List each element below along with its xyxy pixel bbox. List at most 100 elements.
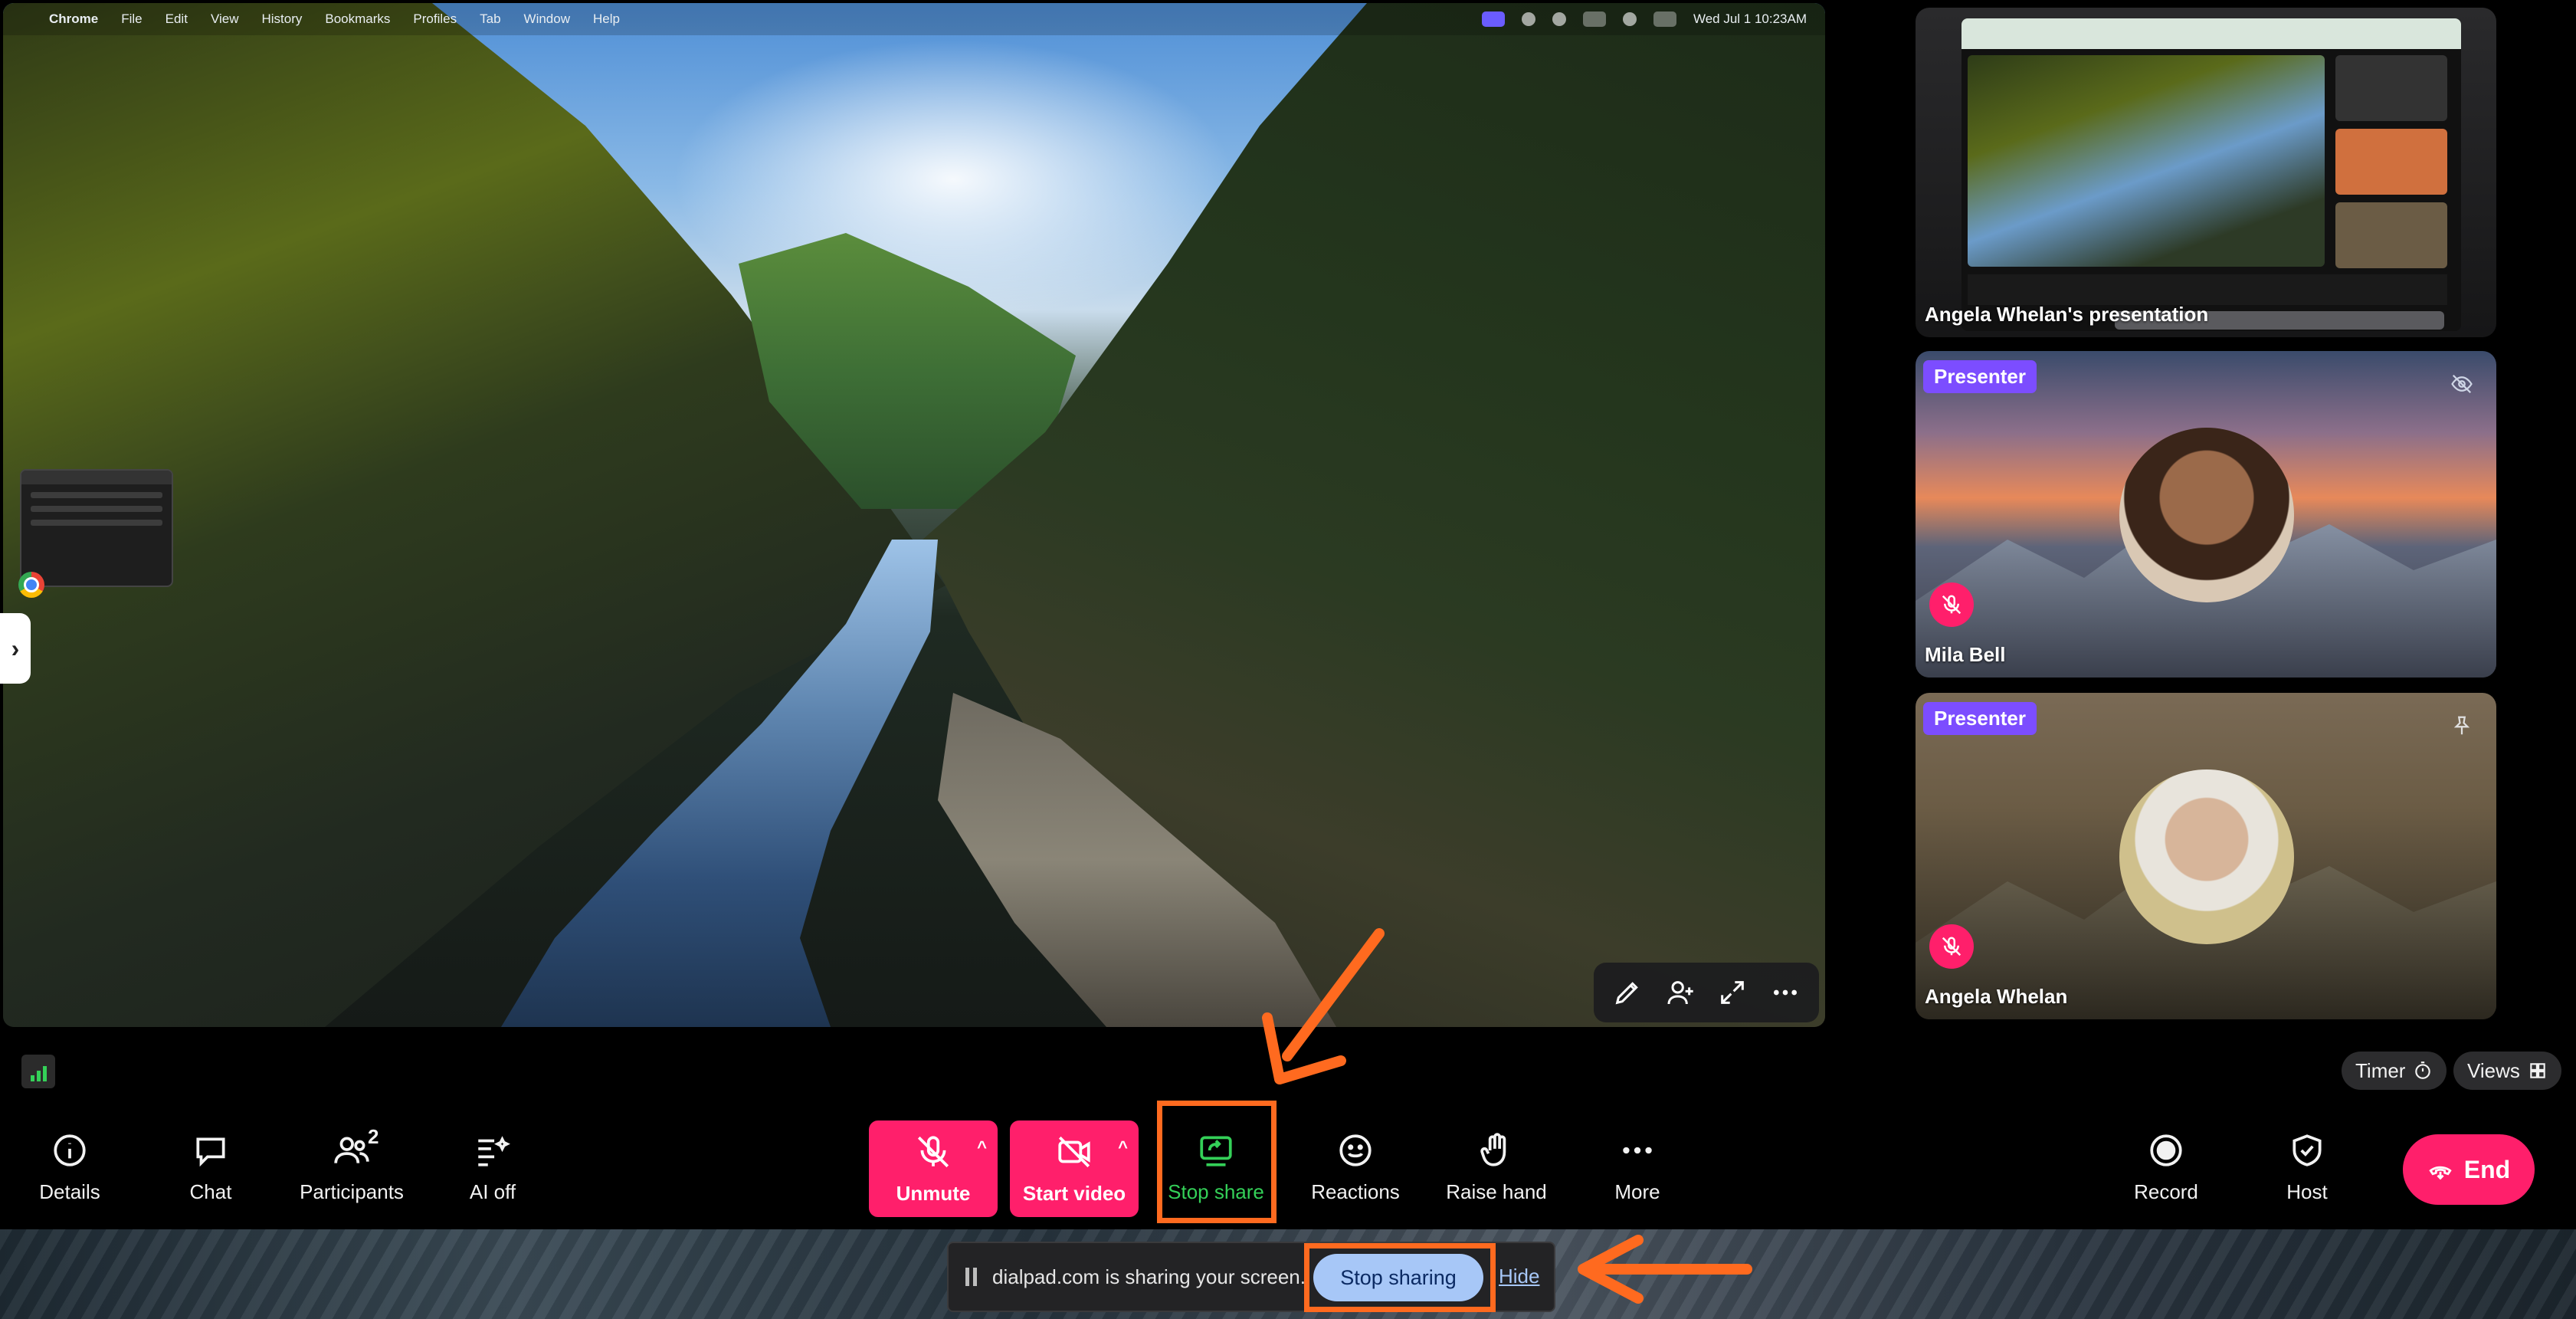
participant-name: Angela Whelan (1925, 985, 2068, 1008)
menu-window[interactable]: Window (524, 11, 570, 27)
more-label: More (1614, 1180, 1660, 1203)
presentation-name: Angela Whelan's presentation (1925, 303, 2209, 326)
more-icon (1773, 989, 1797, 996)
timer-label: Timer (2355, 1058, 2406, 1082)
presenter-badge: Presenter (1923, 360, 2037, 393)
hide-video-button[interactable] (2450, 372, 2473, 395)
views-button[interactable]: Views (2453, 1052, 2561, 1090)
timer-icon (2415, 1061, 2431, 1079)
chat-icon (196, 1137, 225, 1166)
record-icon (2150, 1134, 2182, 1166)
chat-button[interactable]: Chat (153, 1117, 268, 1217)
raise-hand-label: Raise hand (1446, 1180, 1547, 1203)
chrome-icon[interactable] (18, 572, 44, 598)
stage-tools-panel (1594, 963, 1819, 1022)
pin-button[interactable] (2450, 714, 2473, 737)
grid-icon (2530, 1063, 2545, 1078)
unmute-button[interactable]: Unmute ^ (869, 1120, 998, 1217)
participant-tile-angela[interactable]: Presenter Angela Whelan (1916, 693, 2496, 1019)
stage-more-button[interactable] (1765, 972, 1806, 1013)
participant-name: Mila Bell (1925, 643, 2006, 666)
screen-share-status-icon[interactable] (1481, 11, 1505, 27)
presentation-tile[interactable]: Angela Whelan's presentation (1916, 8, 2496, 337)
preview-tile (2335, 202, 2447, 268)
start-video-button[interactable]: Start video ^ (1010, 1120, 1139, 1217)
thumbnail-row (31, 520, 162, 526)
views-label: Views (2467, 1058, 2520, 1082)
annotation-arrow-left (1578, 1235, 1752, 1304)
details-button[interactable]: Details (12, 1117, 127, 1217)
menu-edit[interactable]: Edit (166, 11, 188, 27)
participant-tile-mila[interactable]: Presenter Mila Bell (1916, 351, 2496, 678)
phone-end-icon (2429, 1166, 2452, 1180)
mac-menu-bar: Chrome File Edit View History Bookmarks … (3, 3, 1825, 35)
host-label: Host (2286, 1180, 2328, 1203)
menu-file[interactable]: File (121, 11, 142, 27)
participants-button[interactable]: Participants 2 (294, 1117, 409, 1217)
host-button[interactable]: Host (2250, 1117, 2365, 1217)
participants-icon (334, 1137, 369, 1163)
participants-label: Participants (300, 1180, 404, 1203)
preview-tile (2335, 55, 2447, 121)
menu-bookmarks[interactable]: Bookmarks (325, 11, 390, 27)
menu-help[interactable]: Help (593, 11, 620, 27)
annotation-arrow-down (1262, 928, 1385, 1084)
raise-hand-button[interactable]: Raise hand (1439, 1117, 1554, 1217)
invite-button[interactable] (1660, 972, 1701, 1013)
info-icon (54, 1134, 86, 1166)
start-video-label: Start video (1022, 1181, 1126, 1205)
hide-link[interactable]: Hide (1499, 1265, 1539, 1288)
annotation-highlight-stop-share (1157, 1101, 1277, 1223)
pin-icon (2453, 716, 2470, 735)
ai-icon (478, 1135, 510, 1166)
status-icon[interactable] (1552, 12, 1566, 26)
status-icon[interactable] (1521, 12, 1535, 26)
signal-bar (36, 1071, 41, 1081)
presenter-badge: Presenter (1923, 702, 2037, 735)
expand-icon (1721, 981, 1745, 1004)
reactions-label: Reactions (1311, 1180, 1400, 1203)
shield-icon (2293, 1134, 2322, 1166)
annotation-highlight-stop-sharing (1304, 1243, 1496, 1312)
avatar (2119, 769, 2294, 944)
thumbnail-row (31, 492, 162, 498)
hand-icon (1480, 1132, 1506, 1166)
menu-app-name[interactable]: Chrome (49, 11, 98, 27)
chevron-up-icon[interactable]: ^ (1118, 1137, 1128, 1157)
menu-tab[interactable]: Tab (480, 11, 500, 27)
thumbnail-row (31, 506, 162, 512)
pencil-icon (1615, 982, 1639, 1005)
menu-view[interactable]: View (211, 11, 239, 27)
pause-icon[interactable] (965, 1268, 977, 1286)
timer-button[interactable]: Timer (2342, 1052, 2447, 1090)
add-person-icon (1667, 981, 1693, 1005)
chevron-up-icon[interactable]: ^ (977, 1137, 987, 1157)
reactions-button[interactable]: Reactions (1298, 1117, 1413, 1217)
end-call-button[interactable]: End (2403, 1134, 2535, 1205)
connection-quality-indicator[interactable] (21, 1055, 55, 1088)
ai-toggle-button[interactable]: AI off (435, 1117, 550, 1217)
sidebar-expand-tab[interactable]: › (0, 613, 31, 684)
mic-off-icon (917, 1135, 949, 1167)
chevron-right-icon: › (11, 634, 20, 662)
thumbnail-titlebar (21, 471, 172, 484)
menu-bar-clock[interactable]: Wed Jul 1 10:23AM (1693, 11, 1807, 27)
muted-indicator (1929, 582, 1974, 627)
desktop-window-thumbnail[interactable] (20, 469, 173, 587)
more-button[interactable]: More (1580, 1117, 1695, 1217)
menu-bar-status-area: Wed Jul 1 10:23AM (1481, 11, 1807, 27)
record-button[interactable]: Record (2109, 1117, 2224, 1217)
sharing-message: dialpad.com is sharing your screen. (992, 1265, 1306, 1288)
participants-count-badge: 2 (368, 1125, 379, 1148)
control-center-icon[interactable] (1653, 11, 1676, 27)
wifi-icon[interactable] (1622, 12, 1637, 26)
menu-history[interactable]: History (261, 11, 302, 27)
ai-label: AI off (469, 1180, 516, 1203)
fullscreen-button[interactable] (1712, 972, 1753, 1013)
signal-icon (30, 1075, 34, 1081)
battery-icon[interactable] (1582, 11, 1606, 27)
menu-profiles[interactable]: Profiles (413, 11, 457, 27)
annotate-button[interactable] (1607, 972, 1648, 1013)
preview-toolbar (1968, 274, 2447, 305)
preview-browser-bar (1961, 18, 2461, 49)
